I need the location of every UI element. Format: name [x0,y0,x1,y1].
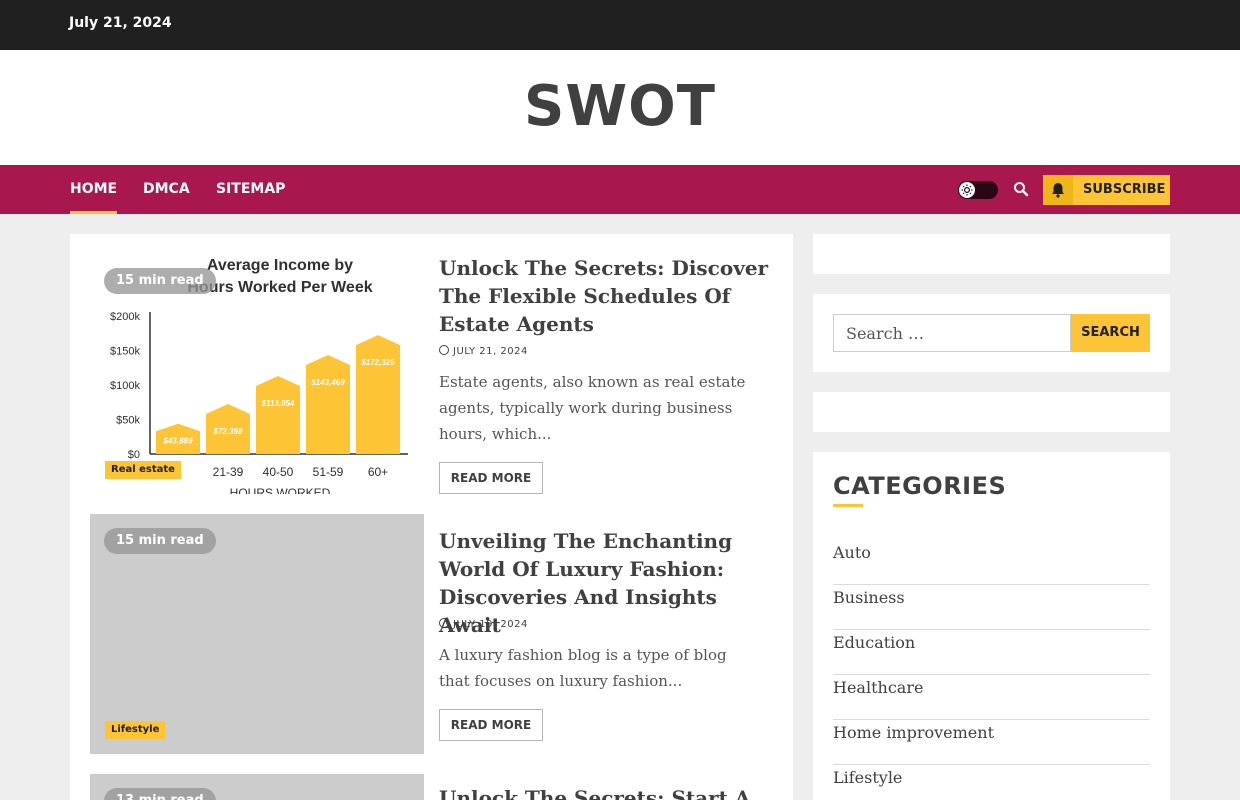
post-thumbnail[interactable]: 15 min read Lifestyle [90,514,424,754]
chart-bar [306,355,350,454]
current-date: July 21, 2024 [69,15,172,31]
chart-y-tick: $200k [110,311,140,323]
read-more-button[interactable]: READ MORE [439,462,543,494]
chart-x-tick: 51-59 [313,465,344,479]
chart-x-tick: 21-39 [213,465,244,479]
category-tag[interactable]: Lifestyle [105,721,166,739]
category-link-healthcare[interactable]: Healthcare [833,675,1150,720]
search-widget: SEARCH [813,294,1170,372]
search-icon[interactable] [1013,181,1029,197]
site-title[interactable]: SWOT [0,74,1240,139]
clock-icon [439,618,449,628]
chart-y-tick: $150k [110,346,140,358]
chart-bar [256,375,300,454]
chart-y-tick: $100k [110,380,140,392]
read-more-button[interactable]: READ MORE [439,709,543,741]
nav-item-sitemap[interactable]: SITEMAP [216,181,285,197]
read-time-badge: 15 min read [104,268,216,294]
masthead: SWOT [0,50,1240,165]
category-link-home-improvement[interactable]: Home improvement [833,720,1150,765]
post-excerpt: A luxury fashion blog is a type of blog … [439,646,727,690]
post-date: JULY 19, 2024 [439,618,528,630]
chart-title-line1: Average Income by [207,257,353,274]
chart-value-label: $143,469 [310,378,345,387]
categories-widget: CATEGORIES Auto Business Education Healt… [813,452,1170,800]
post-date: JULY 21, 2024 [439,345,528,357]
category-link-education[interactable]: Education [833,630,1150,675]
top-bar: July 21, 2024 [0,0,1240,50]
subscribe-label: SUBSCRIBE [1083,182,1166,197]
chart-value-label: $72,398 [213,427,243,436]
category-tag[interactable]: Real estate [105,461,181,479]
dark-mode-toggle[interactable] [958,181,998,199]
nav-item-home[interactable]: HOME [70,181,118,214]
read-time-badge: 15 min read [104,528,216,554]
chart-value-label: $43,889 [163,436,193,445]
category-list: Auto Business Education Healthcare Home … [833,540,1150,800]
clock-icon [439,345,449,355]
category-link-lifestyle[interactable]: Lifestyle [833,765,1150,800]
category-link-business[interactable]: Business [833,585,1150,630]
chart-x-tick: 60+ [368,465,388,479]
category-link-auto[interactable]: Auto [833,540,1150,585]
bell-icon [1051,182,1065,198]
chart-x-tick: 40-50 [263,465,294,479]
read-time-badge: 13 min read [104,788,216,800]
sidebar-widget-empty [813,392,1170,432]
chart-value-label: $172,325 [360,358,395,367]
nav-item-dmca[interactable]: DMCA [143,181,190,197]
post-excerpt: Estate agents, also known as real estate… [439,373,746,443]
chart-x-label: HOURS WORKED [230,486,331,494]
post-thumbnail[interactable]: 13 min read [90,774,424,800]
categories-heading: CATEGORIES [833,472,1007,500]
subscribe-button[interactable]: SUBSCRIBE [1043,175,1170,205]
post-title[interactable]: Unlock The Secrets: Start A [439,784,779,800]
search-input[interactable] [833,314,1071,352]
post-title[interactable]: Unlock The Secrets: Discover The Flexibl… [439,254,779,338]
sun-icon [959,182,975,198]
sidebar-widget-empty [813,234,1170,274]
chart-y-tick: $50k [116,415,140,427]
post-thumbnail[interactable]: Average Income by Hours Worked Per Week … [90,254,424,494]
chart-value-label: $113,054 [261,399,295,408]
chart-bar [356,335,400,454]
heading-underline [833,504,863,507]
chart-y-tick: $0 [128,449,140,461]
search-button[interactable]: SEARCH [1071,314,1150,352]
